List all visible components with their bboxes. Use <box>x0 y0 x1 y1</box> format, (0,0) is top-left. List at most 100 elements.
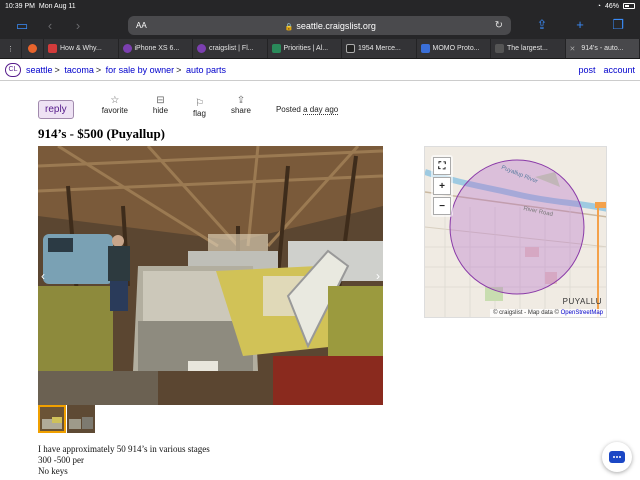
thumbnail-1[interactable] <box>38 405 66 433</box>
tab-favicon <box>48 44 57 53</box>
tab-label: MOMO Proto... <box>432 45 480 52</box>
tab-favicon <box>197 44 206 53</box>
forward-icon[interactable]: › <box>64 18 92 33</box>
battery-icon <box>623 3 635 9</box>
posted-date: Posted a day ago <box>275 105 339 115</box>
share-sheet-icon[interactable]: ⇪ <box>528 17 556 33</box>
tab-favicon <box>346 44 355 53</box>
flag-label: flag <box>193 109 206 118</box>
tab-label: Priorities | Al... <box>283 45 329 52</box>
tab-favicon <box>420 44 430 53</box>
main-photo[interactable]: ‹ › <box>38 146 383 405</box>
battery-percent: 46% <box>604 2 619 10</box>
breadcrumb: seattle > tacoma > for sale by owner > auto… <box>26 65 226 75</box>
fullscreen-button[interactable]: ⛶ <box>433 157 451 175</box>
share-label: share <box>230 106 251 115</box>
tab-7[interactable]: The largest... <box>491 39 566 58</box>
chat-button[interactable] <box>602 442 632 472</box>
posted-prefix: Posted <box>275 105 301 114</box>
zoom-out-button[interactable]: − <box>433 197 451 215</box>
favorite-button[interactable]: ☆ favorite <box>102 95 128 115</box>
craigslist-header: CL seattle > tacoma > for sale by owner > a… <box>0 59 640 81</box>
photo-thumbnails <box>38 405 95 433</box>
tab-5[interactable]: 1954 Merce... <box>342 39 417 58</box>
breadcrumb-tacoma[interactable]: tacoma <box>64 65 94 75</box>
star-icon: ☆ <box>110 95 120 106</box>
posted-ago: a day ago <box>303 105 339 115</box>
toolbar-right: ⇪ + ❐ <box>528 17 632 33</box>
trash-icon: ⊟ <box>156 95 165 106</box>
photo-prev-icon[interactable]: ‹ <box>41 269 45 283</box>
tab-1[interactable]: How & Why... <box>44 39 119 58</box>
map-attribution: © craigslist - Map data © OpenStreetMap <box>490 309 606 317</box>
header-links: post account <box>578 65 635 75</box>
status-date: Mon Aug 11 <box>38 2 76 10</box>
tab-label: 1954 Merce... <box>358 45 401 52</box>
new-tab-icon[interactable]: + <box>566 17 594 33</box>
body-line-2: 300 -500 per <box>38 455 84 465</box>
hide-label: hide <box>152 106 169 115</box>
craigslist-logo[interactable]: CL <box>5 62 21 77</box>
url-value: seattle.craigslist.org <box>296 20 376 31</box>
share-icon: ⇪ <box>236 95 246 106</box>
tab-bar: ⋮ How & Why... iPhone XS 6... craigslist… <box>0 39 640 59</box>
close-tab-icon[interactable]: ✕ <box>570 45 576 53</box>
thumbnail-2[interactable] <box>67 405 95 433</box>
tab-favicon <box>122 44 132 53</box>
breadcrumb-separator: > <box>54 64 60 75</box>
status-time: 10:39 PM <box>5 2 35 10</box>
sidebar-icon[interactable]: ▭ <box>8 18 36 34</box>
reply-button[interactable]: reply <box>38 100 74 119</box>
tab-label: 914's - auto... <box>581 45 624 52</box>
lock-icon: 🔒 <box>284 23 294 31</box>
openstreetmap-link[interactable]: OpenStreetMap <box>561 310 603 316</box>
tabs-overview-icon[interactable]: ❐ <box>604 17 632 33</box>
tab-active[interactable]: ✕ 914's - auto... <box>565 39 640 58</box>
breadcrumb-auto-parts[interactable]: auto parts <box>186 65 226 75</box>
breadcrumb-separator: > <box>95 64 102 75</box>
tab-favicon <box>271 44 281 53</box>
map-attribution-text: © craigslist - Map data © <box>493 310 559 316</box>
url-text: 🔒 seattle.craigslist.org <box>166 21 495 31</box>
address-bar[interactable]: AA 🔒 seattle.craigslist.org ↻ <box>128 16 511 35</box>
tab-overflow[interactable]: ⋮ <box>0 39 22 58</box>
tab-pinned[interactable] <box>22 39 44 58</box>
tab-3[interactable]: craigslist | Fl... <box>193 39 268 58</box>
map-controls: ⛶ + − <box>431 155 453 217</box>
share-button[interactable]: ⇪ share <box>231 95 251 115</box>
tab-favicon <box>495 44 504 53</box>
browser-toolbar: ▭ ‹ › AA 🔒 seattle.craigslist.org ↻ ⇪ + ❐ <box>0 12 640 39</box>
wifi-icon: ◔ <box>596 2 601 10</box>
zoom-in-button[interactable]: + <box>433 177 451 195</box>
posting-title: 914’s - $500 (Puyallup) <box>38 126 165 141</box>
breadcrumb-for-sale-by-owner[interactable]: for sale by owner <box>106 65 175 75</box>
duckduckgo-icon <box>28 44 37 53</box>
thumbnail-2-image <box>67 405 95 433</box>
flag-button[interactable]: ⚐ flag <box>193 98 206 118</box>
tab-label: The largest... <box>507 45 548 52</box>
back-icon[interactable]: ‹ <box>36 18 64 33</box>
status-left: 10:39 PM Mon Aug 11 <box>5 3 76 10</box>
body-line-1: I have approximately 50 914’s in various… <box>38 444 210 454</box>
tab-2[interactable]: iPhone XS 6... <box>119 39 193 58</box>
tab-label: craigslist | Fl... <box>209 45 254 52</box>
photo-next-icon[interactable]: › <box>376 269 380 283</box>
more-icon: ⋮ <box>7 45 14 53</box>
posting-actions: reply ☆ favorite ⊟ hide ⚐ flag ⇪ share Poste… <box>38 95 339 119</box>
location-map[interactable]: ⛶ + − Puyallup River River Road PUYALLU … <box>424 146 607 318</box>
tab-6[interactable]: MOMO Proto... <box>417 39 491 58</box>
thumbnail-1-image <box>40 407 64 431</box>
tab-label: iPhone XS 6... <box>134 45 180 52</box>
breadcrumb-seattle[interactable]: seattle <box>26 65 53 75</box>
chat-icon <box>609 451 625 463</box>
reader-aa-button[interactable]: AA <box>136 21 166 30</box>
breadcrumb-separator: > <box>176 64 182 75</box>
reload-icon[interactable]: ↻ <box>495 20 503 31</box>
tab-4[interactable]: Priorities | Al... <box>268 39 342 58</box>
account-link[interactable]: account <box>603 65 635 75</box>
posting-body: I have approximately 50 914’s in various… <box>38 444 210 477</box>
barn-cars-photo <box>38 146 383 405</box>
hide-button[interactable]: ⊟ hide <box>153 95 168 115</box>
post-link[interactable]: post <box>578 65 595 75</box>
body-line-3: No keys <box>38 466 68 476</box>
